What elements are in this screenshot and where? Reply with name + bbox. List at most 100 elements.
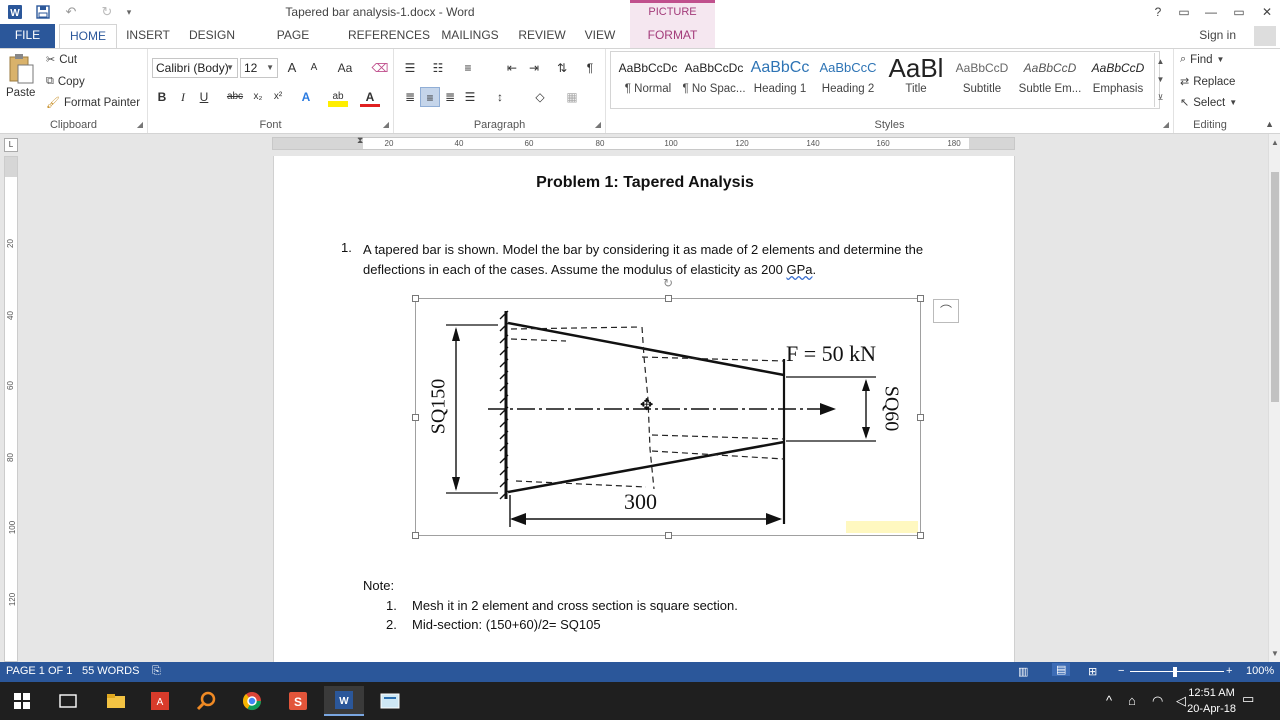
text-effects-button[interactable]: A (296, 87, 316, 107)
shading-icon[interactable]: ◇ (530, 87, 550, 107)
resize-handle[interactable] (665, 532, 672, 539)
line-spacing-icon[interactable]: ↕ (490, 87, 510, 107)
resize-handle[interactable] (917, 295, 924, 302)
note-item[interactable]: 1. Mesh it in 2 element and cross section… (386, 598, 738, 613)
screen-app-button[interactable] (370, 686, 410, 716)
spelling-error[interactable]: GPa (786, 262, 812, 277)
font-family-select[interactable]: Calibri (Body) ▼ (152, 58, 238, 78)
word-count[interactable]: 55 WORDS (82, 665, 139, 677)
ruler-bar[interactable]: 20 40 60 80 100 120 140 160 180 ⧗ (272, 135, 1015, 150)
search-app-button[interactable] (186, 686, 226, 716)
clear-formatting-icon[interactable]: ⌫ (370, 58, 390, 78)
problem-paragraph[interactable]: A tapered bar is shown. Model the bar by… (363, 240, 973, 280)
multilevel-list-icon[interactable]: ≡ (458, 58, 478, 78)
cut-button[interactable]: ✂ Cut (46, 53, 77, 67)
proofing-icon[interactable]: ⎘ (152, 665, 161, 678)
style-no-spacing[interactable]: AaBbCcDc ¶ No Spac... (680, 53, 748, 105)
style-heading-1[interactable]: AaBbCc Heading 1 (746, 53, 814, 105)
tab-home[interactable]: HOME (59, 24, 117, 49)
account-avatar-icon[interactable] (1254, 26, 1276, 46)
word-taskbar-button[interactable]: W (324, 686, 364, 716)
resize-handle[interactable] (665, 295, 672, 302)
styles-scroll-icon[interactable]: ▲ ▼ ⊻ (1154, 53, 1166, 107)
show-formatting-marks-icon[interactable]: ¶ (580, 58, 600, 78)
style-heading-2[interactable]: AaBbCcC Heading 2 (814, 53, 882, 105)
tab-insert[interactable]: INSERT (124, 24, 172, 48)
tab-selector-button[interactable]: L (4, 138, 18, 152)
network-icon[interactable]: ⌂ (1128, 693, 1136, 708)
bullets-icon[interactable]: ☰ (400, 58, 420, 78)
style-subtitle[interactable]: AaBbCcD Subtitle (948, 53, 1016, 105)
decrease-indent-icon[interactable]: ⇤ (502, 58, 522, 78)
tab-review[interactable]: REVIEW (516, 24, 568, 48)
minimize-button[interactable]: — (1200, 3, 1222, 21)
zoom-slider-thumb[interactable] (1173, 667, 1177, 677)
document-page[interactable]: Problem 1: Tapered Analysis 1. A tapered… (273, 156, 1015, 666)
select-button[interactable]: ↖ Select ▼ (1180, 96, 1237, 110)
tapered-bar-figure[interactable]: F = 50 kN SQ150 SQ60 300 ✥ (412, 295, 924, 539)
slides-app-button[interactable]: S (278, 686, 318, 716)
italic-button[interactable]: I (173, 87, 193, 107)
underline-button[interactable]: U (194, 87, 214, 107)
subscript-button[interactable]: x₂ (248, 87, 268, 107)
volume-icon[interactable]: ◁ (1176, 693, 1186, 709)
chrome-button[interactable] (232, 686, 272, 716)
style-emphasis[interactable]: AaBbCcD Emphasis (1084, 53, 1152, 105)
paste-button[interactable]: Paste (6, 53, 35, 99)
taskbar-clock[interactable]: 12:51 AM 20-Apr-18 (1187, 685, 1236, 717)
note-item[interactable]: 2. Mid-section: (150+60)/2= SQ105 (386, 617, 601, 632)
style-normal[interactable]: AaBbCcDc ¶ Normal (614, 53, 682, 105)
shrink-font-button[interactable]: A (304, 58, 324, 78)
borders-icon[interactable]: ▦ (562, 87, 582, 107)
acrobat-button[interactable]: A (140, 686, 180, 716)
notifications-icon[interactable]: ▭ (1242, 691, 1254, 707)
task-view-button[interactable] (48, 686, 88, 716)
font-size-select[interactable]: 12 ▼ (240, 58, 278, 78)
tab-design[interactable]: DESIGN (186, 24, 238, 48)
bold-button[interactable]: B (152, 87, 172, 107)
tab-format[interactable]: FORMAT (630, 24, 715, 48)
scroll-up-icon[interactable]: ▲ (1269, 138, 1280, 147)
scroll-down-icon[interactable]: ▼ (1269, 649, 1280, 658)
zoom-out-icon[interactable]: − (1118, 665, 1124, 677)
styles-launcher-icon[interactable]: ◢ (1163, 120, 1169, 129)
find-button[interactable]: ⌕ Find ▼ (1180, 53, 1224, 66)
note-label[interactable]: Note: (363, 578, 394, 593)
collapse-ribbon-icon[interactable]: ▲ (1265, 119, 1274, 129)
replace-button[interactable]: ⇄ Replace (1180, 75, 1235, 89)
align-right-icon[interactable]: ≣ (440, 87, 460, 107)
resize-handle[interactable] (412, 295, 419, 302)
start-button[interactable] (2, 686, 42, 716)
grow-font-button[interactable]: A (282, 58, 302, 78)
highlight-button[interactable]: ab (328, 87, 348, 107)
tab-file[interactable]: FILE (0, 24, 55, 48)
maximize-button[interactable]: ▭ (1228, 3, 1250, 21)
zoom-in-icon[interactable]: + (1226, 665, 1232, 677)
print-layout-icon[interactable]: ▤ (1052, 663, 1071, 676)
read-mode-icon[interactable]: ▥ (1018, 665, 1028, 678)
align-left-icon[interactable]: ≣ (400, 87, 420, 107)
indent-marker-icon[interactable]: ⧗ (357, 135, 363, 146)
clipboard-launcher-icon[interactable]: ◢ (137, 120, 143, 129)
tray-expand-icon[interactable]: ^ (1106, 693, 1112, 708)
resize-handle[interactable] (412, 532, 419, 539)
wifi-icon[interactable]: ◠ (1152, 693, 1163, 709)
rotate-handle-icon[interactable]: ↻ (663, 276, 673, 290)
increase-indent-icon[interactable]: ⇥ (524, 58, 544, 78)
help-icon[interactable]: ? (1147, 3, 1169, 21)
zoom-slider[interactable] (1130, 671, 1224, 672)
ribbon-display-options-icon[interactable]: ▭ (1173, 3, 1195, 21)
strikethrough-button[interactable]: abc (224, 87, 246, 107)
page-count[interactable]: PAGE 1 OF 1 (6, 665, 72, 677)
font-color-button[interactable]: A (360, 87, 380, 107)
tab-references[interactable]: REFERENCES (348, 24, 430, 48)
style-title[interactable]: AaBl Title (882, 53, 950, 105)
close-button[interactable]: ✕ (1256, 3, 1278, 21)
layout-options-icon[interactable]: ⌒ (933, 299, 959, 323)
tab-mailings[interactable]: MAILINGS (438, 24, 502, 48)
align-center-icon[interactable]: ≡ (420, 87, 440, 107)
format-painter-button[interactable]: 🖌 Format Painter (46, 96, 140, 110)
tab-page-layout[interactable]: PAGE LAYOUT (252, 24, 334, 64)
font-launcher-icon[interactable]: ◢ (383, 120, 389, 129)
file-explorer-button[interactable] (96, 686, 136, 716)
